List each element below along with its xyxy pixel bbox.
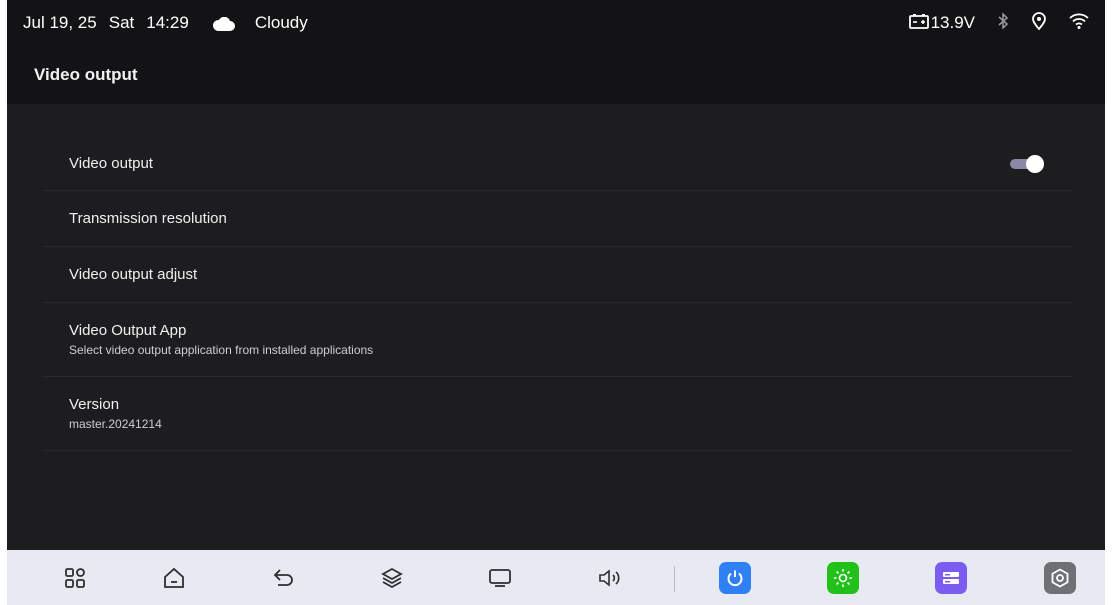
storage-button[interactable] — [935, 561, 967, 594]
screen: Jul 19, 25 Sat 14:29 Cloudy 13.9V Video … — [7, 0, 1105, 605]
bluetooth-icon — [997, 11, 1009, 34]
toggle-knob — [1026, 155, 1044, 173]
screen-icon[interactable] — [484, 562, 516, 594]
layers-icon[interactable] — [376, 562, 408, 594]
video-output-toggle[interactable] — [1010, 155, 1044, 173]
bottom-dock — [7, 550, 1105, 605]
video-output-adjust-row[interactable]: Video output adjust — [42, 247, 1072, 303]
power-button[interactable] — [719, 561, 751, 594]
page-title: Video output — [34, 65, 138, 84]
brightness-icon — [827, 561, 859, 594]
wifi-icon — [1069, 13, 1089, 34]
power-icon — [719, 561, 751, 594]
video-output-app-description: Select video output application from ins… — [69, 343, 374, 357]
transmission-resolution-label: Transmission resolution — [69, 210, 227, 227]
settings-list: Video output Transmission resolution Vid… — [42, 136, 1072, 451]
version-label: Version — [69, 396, 120, 413]
status-time: 14:29 — [146, 13, 189, 32]
settings-icon — [1044, 561, 1076, 594]
storage-icon — [935, 561, 967, 594]
weather-label: Cloudy — [254, 13, 308, 32]
dock-divider — [674, 566, 675, 592]
video-output-adjust-label: Video output adjust — [69, 266, 198, 283]
apps-icon[interactable] — [59, 562, 91, 594]
status-day: Sat — [108, 13, 135, 32]
status-date: Jul 19, 25 — [23, 13, 97, 32]
page-title-bar: Video output — [7, 46, 1105, 104]
settings-button[interactable] — [1044, 561, 1076, 594]
video-output-app-row[interactable]: Video Output App Select video output app… — [42, 303, 1072, 377]
volume-icon[interactable] — [594, 562, 626, 594]
home-icon[interactable] — [158, 562, 190, 594]
transmission-resolution-row[interactable]: Transmission resolution — [42, 191, 1072, 247]
battery-icon — [908, 13, 929, 34]
back-icon[interactable] — [268, 562, 300, 594]
video-output-row[interactable]: Video output — [42, 136, 1072, 191]
video-output-label: Video output — [69, 154, 153, 172]
cloud-icon — [212, 16, 235, 31]
battery-status: 13.9V — [908, 13, 975, 34]
status-bar: Jul 19, 25 Sat 14:29 Cloudy 13.9V — [7, 0, 1105, 46]
voltage-label: 13.9V — [930, 13, 975, 32]
video-output-app-label: Video Output App — [69, 322, 187, 339]
brightness-button[interactable] — [827, 561, 859, 594]
version-value: master.20241214 — [69, 417, 162, 431]
version-row: Version master.20241214 — [42, 377, 1072, 451]
location-icon — [1031, 11, 1047, 35]
